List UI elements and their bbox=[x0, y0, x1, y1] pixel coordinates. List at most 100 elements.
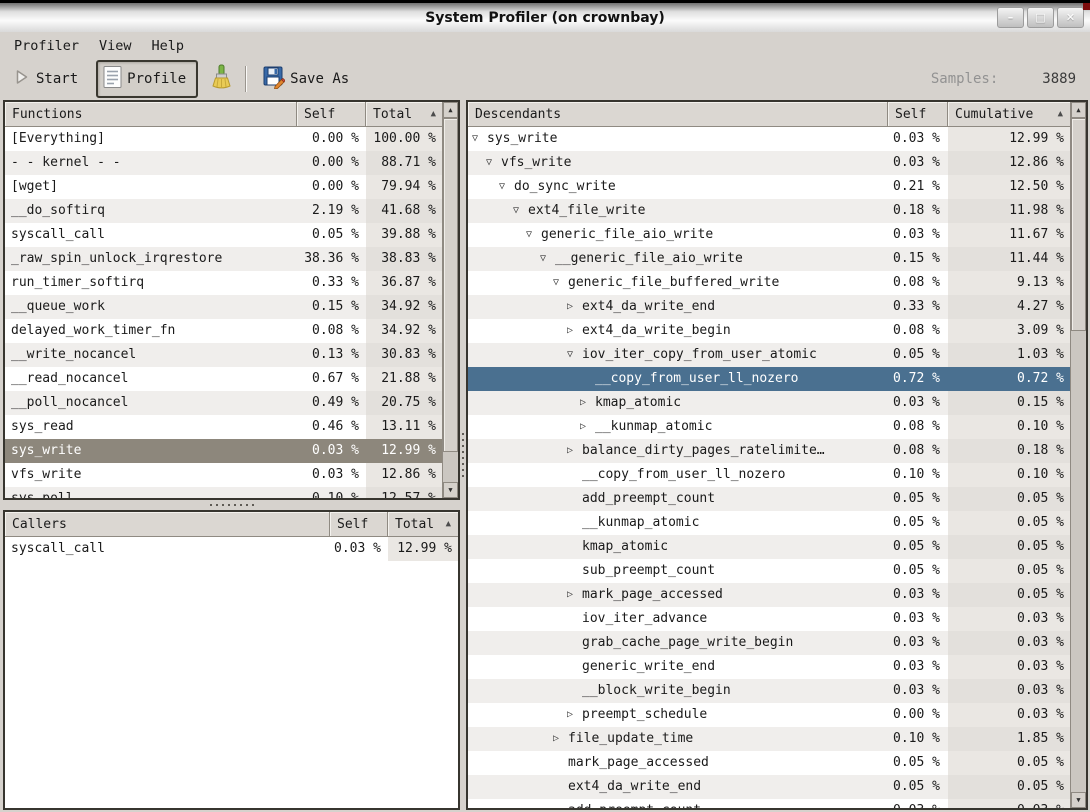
table-row[interactable]: delayed_work_timer_fn0.08 %34.92 % bbox=[5, 319, 442, 343]
tree-expander-icon[interactable]: ▽ bbox=[486, 151, 501, 175]
tree-row[interactable]: mark_page_accessed0.05 %0.05 % bbox=[468, 751, 1070, 775]
tree-expander-icon[interactable]: ▷ bbox=[580, 391, 595, 415]
save-as-button[interactable]: Save As bbox=[257, 64, 355, 95]
total-value: 12.99 % bbox=[388, 537, 458, 561]
self-column-header[interactable]: Self bbox=[888, 102, 948, 127]
cumulative-column-header[interactable]: Cumulative▲ bbox=[948, 102, 1070, 127]
profile-toggle-button[interactable]: Profile bbox=[96, 60, 198, 98]
tree-expander-icon[interactable]: ▷ bbox=[567, 703, 582, 727]
table-row[interactable]: __queue_work0.15 %34.92 % bbox=[5, 295, 442, 319]
vertical-splitter[interactable] bbox=[459, 100, 466, 810]
tree-row[interactable]: ▽iov_iter_copy_from_user_atomic0.05 %1.0… bbox=[468, 343, 1070, 367]
tree-row[interactable]: kmap_atomic0.05 %0.05 % bbox=[468, 535, 1070, 559]
tree-row[interactable]: ▽sys_write0.03 %12.99 % bbox=[468, 127, 1070, 151]
functions-column-header[interactable]: Functions bbox=[5, 102, 297, 127]
tree-row[interactable]: __copy_from_user_ll_nozero0.10 %0.10 % bbox=[468, 463, 1070, 487]
tree-row[interactable]: add_preempt_count0.05 %0.05 % bbox=[468, 487, 1070, 511]
scroll-up-button[interactable]: ▲ bbox=[443, 102, 458, 118]
tree-row[interactable]: ▷balance_dirty_pages_ratelimite…0.08 %0.… bbox=[468, 439, 1070, 463]
table-row[interactable]: vfs_write0.03 %12.86 % bbox=[5, 463, 442, 487]
table-row[interactable]: [wget]0.00 %79.94 % bbox=[5, 175, 442, 199]
scrollbar-thumb[interactable] bbox=[1071, 118, 1086, 331]
tree-row[interactable]: ▷mark_page_accessed0.03 %0.05 % bbox=[468, 583, 1070, 607]
self-column-header[interactable]: Self bbox=[297, 102, 366, 127]
table-row[interactable]: __do_softirq2.19 %41.68 % bbox=[5, 199, 442, 223]
tree-row[interactable]: generic_write_end0.03 %0.03 % bbox=[468, 655, 1070, 679]
descendants-column-header[interactable]: Descendants bbox=[468, 102, 888, 127]
scrollbar-thumb[interactable] bbox=[443, 118, 458, 452]
tree-expander-icon[interactable]: ▽ bbox=[472, 127, 487, 151]
functions-scrollbar[interactable]: ▲ ▼ bbox=[442, 102, 458, 498]
minimize-button[interactable]: – bbox=[997, 7, 1024, 28]
tree-row[interactable]: ▽generic_file_aio_write0.03 %11.67 % bbox=[468, 223, 1070, 247]
tree-row[interactable]: ▷preempt_schedule0.00 %0.03 % bbox=[468, 703, 1070, 727]
tree-row[interactable]: ▷kmap_atomic0.03 %0.15 % bbox=[468, 391, 1070, 415]
menu-profiler[interactable]: Profiler bbox=[4, 34, 89, 58]
scroll-up-button[interactable]: ▲ bbox=[1071, 102, 1086, 118]
tree-row[interactable]: ▽do_sync_write0.21 %12.50 % bbox=[468, 175, 1070, 199]
table-row[interactable]: _raw_spin_unlock_irqrestore38.36 %38.83 … bbox=[5, 247, 442, 271]
table-row[interactable]: sys_write0.03 %12.99 % bbox=[5, 439, 442, 463]
cumulative-value: 0.03 % bbox=[948, 703, 1070, 727]
scroll-down-button[interactable]: ▼ bbox=[443, 482, 458, 498]
table-row[interactable]: __read_nocancel0.67 %21.88 % bbox=[5, 367, 442, 391]
tree-row[interactable]: __copy_from_user_ll_nozero0.72 %0.72 % bbox=[468, 367, 1070, 391]
tree-expander-icon[interactable]: ▽ bbox=[553, 271, 568, 295]
tree-row[interactable]: __block_write_begin0.03 %0.03 % bbox=[468, 679, 1070, 703]
tree-row[interactable]: ▽generic_file_buffered_write0.08 %9.13 % bbox=[468, 271, 1070, 295]
close-button[interactable]: ✕ bbox=[1057, 7, 1084, 28]
title-bar: System Profiler (on crownbay) – □ ✕ bbox=[0, 0, 1090, 32]
start-button[interactable]: Start bbox=[8, 67, 84, 91]
total-column-header[interactable]: Total▲ bbox=[366, 102, 442, 127]
table-row[interactable]: [Everything]0.00 %100.00 % bbox=[5, 127, 442, 151]
table-row[interactable]: - - kernel - -0.00 %88.71 % bbox=[5, 151, 442, 175]
self-value: 0.03 % bbox=[888, 583, 948, 607]
table-row[interactable]: run_timer_softirq0.33 %36.87 % bbox=[5, 271, 442, 295]
table-row[interactable]: __write_nocancel0.13 %30.83 % bbox=[5, 343, 442, 367]
tree-row[interactable]: ext4_da_write_end0.05 %0.05 % bbox=[468, 775, 1070, 799]
callers-column-header[interactable]: Callers bbox=[5, 512, 330, 537]
table-row[interactable]: syscall_call0.05 %39.88 % bbox=[5, 223, 442, 247]
self-column-header[interactable]: Self bbox=[330, 512, 388, 537]
tree-expander-icon[interactable]: ▽ bbox=[526, 223, 541, 247]
cumulative-value: 4.27 % bbox=[948, 295, 1070, 319]
tree-expander-icon[interactable]: ▷ bbox=[567, 439, 582, 463]
tree-row[interactable]: ▷ext4_da_write_begin0.08 %3.09 % bbox=[468, 319, 1070, 343]
reset-button[interactable] bbox=[207, 63, 235, 96]
table-row[interactable]: syscall_call0.03 %12.99 % bbox=[5, 537, 458, 561]
scrollbar-track[interactable] bbox=[1071, 118, 1086, 792]
self-value: 0.08 % bbox=[888, 439, 948, 463]
table-row[interactable]: sys_read0.46 %13.11 % bbox=[5, 415, 442, 439]
tree-row[interactable]: ▽__generic_file_aio_write0.15 %11.44 % bbox=[468, 247, 1070, 271]
tree-row[interactable]: __kunmap_atomic0.05 %0.05 % bbox=[468, 511, 1070, 535]
tree-row[interactable]: add_preempt_count0.03 %0.03 % bbox=[468, 799, 1070, 808]
maximize-button[interactable]: □ bbox=[1027, 7, 1054, 28]
tree-row[interactable]: ▽vfs_write0.03 %12.86 % bbox=[468, 151, 1070, 175]
horizontal-splitter[interactable] bbox=[3, 500, 460, 510]
tree-row[interactable]: ▷__kunmap_atomic0.08 %0.10 % bbox=[468, 415, 1070, 439]
tree-row[interactable]: grab_cache_page_write_begin0.03 %0.03 % bbox=[468, 631, 1070, 655]
tree-expander-icon[interactable]: ▷ bbox=[567, 319, 582, 343]
tree-row[interactable]: ▷ext4_da_write_end0.33 %4.27 % bbox=[468, 295, 1070, 319]
tree-expander-icon[interactable]: ▽ bbox=[513, 199, 528, 223]
tree-expander-icon[interactable]: ▷ bbox=[553, 727, 568, 751]
scrollbar-track[interactable] bbox=[443, 118, 458, 482]
tree-expander-icon[interactable]: ▽ bbox=[540, 247, 555, 271]
tree-row[interactable]: ▽ext4_file_write0.18 %11.98 % bbox=[468, 199, 1070, 223]
tree-expander-icon[interactable]: ▷ bbox=[580, 415, 595, 439]
descendants-scrollbar[interactable]: ▲ ▼ bbox=[1070, 102, 1086, 808]
tree-row[interactable]: iov_iter_advance0.03 %0.03 % bbox=[468, 607, 1070, 631]
tree-expander-icon[interactable]: ▷ bbox=[567, 583, 582, 607]
menu-help[interactable]: Help bbox=[142, 34, 195, 58]
menu-view[interactable]: View bbox=[89, 34, 142, 58]
tree-expander-icon[interactable]: ▽ bbox=[567, 343, 582, 367]
table-row[interactable]: sys_poll0.10 %12.57 % bbox=[5, 487, 442, 498]
tree-row[interactable]: ▷file_update_time0.10 %1.85 % bbox=[468, 727, 1070, 751]
tree-row[interactable]: sub_preempt_count0.05 %0.05 % bbox=[468, 559, 1070, 583]
table-row[interactable]: __poll_nocancel0.49 %20.75 % bbox=[5, 391, 442, 415]
total-column-header[interactable]: Total▲ bbox=[388, 512, 458, 537]
tree-expander-icon[interactable]: ▷ bbox=[567, 295, 582, 319]
scroll-down-button[interactable]: ▼ bbox=[1071, 792, 1086, 808]
tree-expander-icon[interactable]: ▽ bbox=[499, 175, 514, 199]
function-name: __queue_work bbox=[5, 295, 297, 319]
